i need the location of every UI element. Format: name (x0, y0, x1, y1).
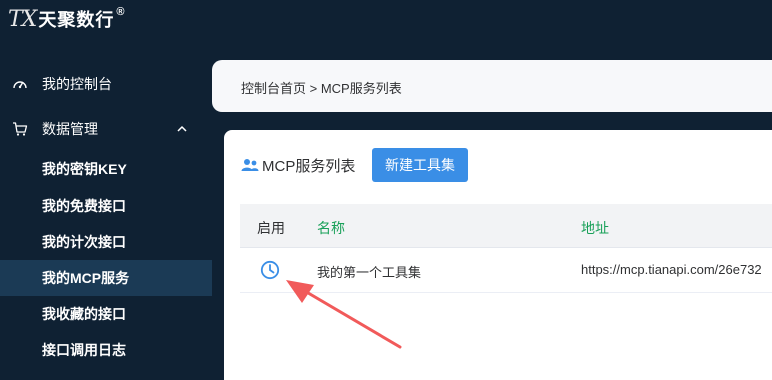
sidebar-item-label: 我的免费接口 (42, 198, 126, 214)
sidebar-item-label: 我的密钥KEY (42, 161, 127, 177)
logo-mark: TX (8, 6, 37, 32)
sidebar-item-free-apis[interactable]: 我的免费接口 (0, 188, 212, 224)
clock-icon[interactable] (260, 260, 280, 280)
mcp-list-panel: MCP服务列表 新建工具集 启用 名称 地址 我的第一个工具集 https://… (224, 130, 772, 380)
sidebar-item-mcp-services[interactable]: 我的MCP服务 (0, 260, 212, 296)
sidebar-item-my-key[interactable]: 我的密钥KEY (0, 151, 212, 187)
brand-logo[interactable]: TX 天聚数行 ® (8, 4, 124, 34)
sidebar-item-label: 我收藏的接口 (42, 306, 126, 322)
breadcrumb[interactable]: 控制台首页 > MCP服务列表 (241, 78, 402, 97)
sidebar-item-label: 我的MCP服务 (42, 270, 130, 286)
brand-name: 天聚数行 (38, 10, 115, 30)
column-header-name: 名称 (317, 220, 345, 236)
toolset-address: https://mcp.tianapi.com/26e732 (581, 262, 762, 277)
table-row[interactable]: 我的第一个工具集 https://mcp.tianapi.com/26e732 (240, 248, 772, 293)
column-header-address: 地址 (581, 220, 609, 236)
users-icon (241, 159, 259, 171)
sidebar-item-label: 我的计次接口 (42, 234, 126, 250)
sidebar-item-label: 接口调用日志 (42, 342, 126, 358)
sidebar: TX 天聚数行 ® 我的控制台 数据管理 我的密钥KEY 我的免费接口 我的计次… (0, 0, 212, 380)
new-toolset-button[interactable]: 新建工具集 (372, 148, 468, 182)
sidebar-item-call-logs[interactable]: 接口调用日志 (0, 332, 212, 368)
table-header: 启用 名称 地址 (240, 204, 772, 248)
registered-mark: ® (116, 6, 125, 18)
sidebar-item-label: 数据管理 (42, 121, 98, 137)
sidebar-item-label: 我的控制台 (42, 76, 112, 92)
chevron-up-icon[interactable] (176, 123, 188, 135)
sidebar-item-dashboard[interactable]: 我的控制台 (0, 66, 212, 102)
cart-icon (13, 122, 28, 136)
toolset-name: 我的第一个工具集 (317, 265, 422, 280)
sidebar-item-favorite-apis[interactable]: 我收藏的接口 (0, 296, 212, 332)
sidebar-item-metered-apis[interactable]: 我的计次接口 (0, 224, 212, 260)
dashboard-icon (13, 81, 27, 89)
sidebar-item-data-management[interactable]: 数据管理 (0, 111, 212, 147)
column-header-enabled: 启用 (257, 220, 285, 236)
mcp-table: 启用 名称 地址 我的第一个工具集 https://mcp.tianapi.co… (240, 204, 772, 293)
breadcrumb-bar: 控制台首页 > MCP服务列表 (212, 60, 772, 112)
panel-title: MCP服务列表 (262, 158, 356, 175)
